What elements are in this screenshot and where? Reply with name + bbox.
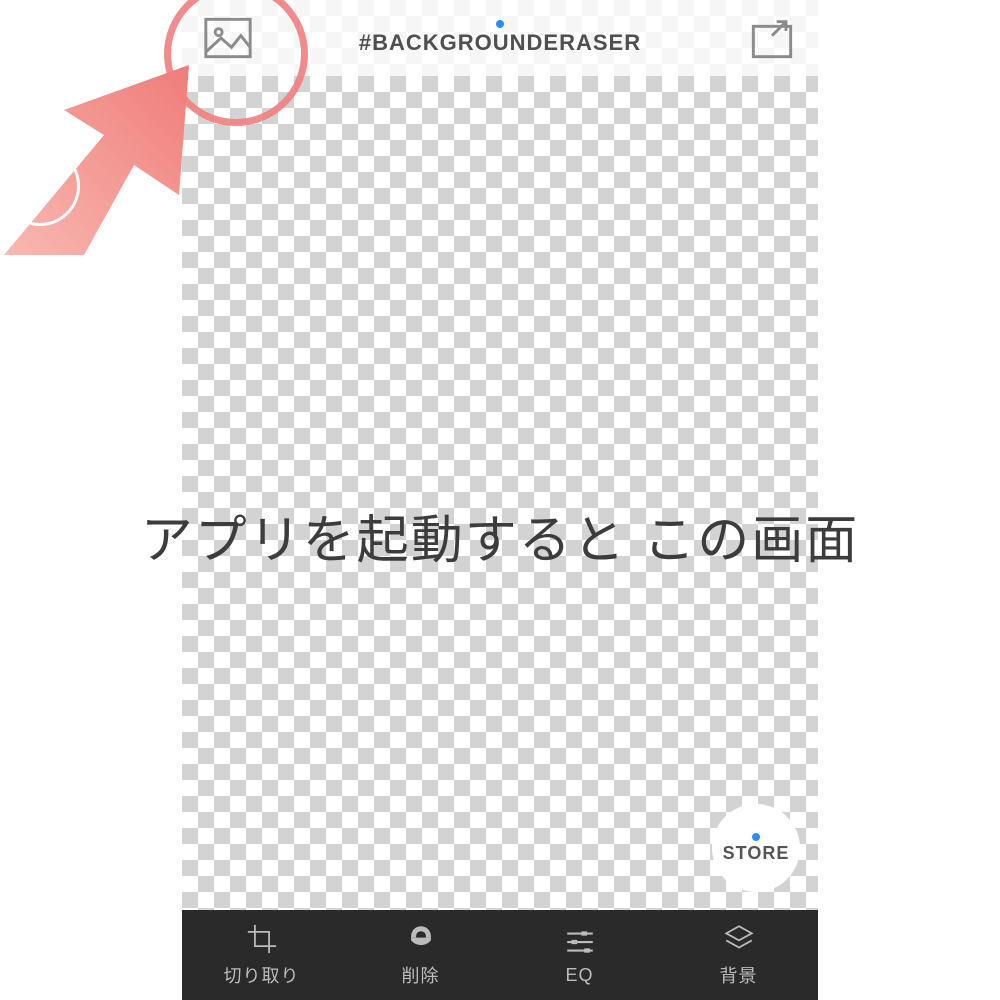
- toolbar-eq-label: EQ: [565, 965, 593, 986]
- header-indicator-dot: [496, 20, 504, 28]
- store-button[interactable]: STORE: [712, 804, 800, 892]
- layers-icon: [722, 922, 756, 956]
- app-title: #BACKGROUNDERASER: [359, 30, 641, 56]
- gutter-right: [818, 0, 1000, 1000]
- header-title-wrap: #BACKGROUNDERASER: [359, 20, 641, 56]
- app-header: #BACKGROUNDERASER: [182, 0, 818, 76]
- store-label: STORE: [723, 843, 790, 864]
- toolbar-eq[interactable]: EQ: [500, 910, 659, 1000]
- erase-icon: [404, 922, 438, 956]
- toolbar-crop-label: 切り取り: [224, 962, 300, 988]
- screenshot-root: #BACKGROUNDERASER STORE: [0, 0, 1000, 1000]
- open-gallery-button[interactable]: [200, 10, 256, 66]
- crop-icon: [245, 922, 279, 956]
- toolbar-erase[interactable]: 削除: [341, 910, 500, 1000]
- store-indicator-dot: [752, 833, 760, 841]
- gutter-left: [0, 0, 182, 1000]
- eq-icon: [563, 925, 597, 959]
- editing-canvas[interactable]: STORE: [182, 76, 818, 910]
- app-window: #BACKGROUNDERASER STORE: [182, 0, 818, 1000]
- image-icon: [200, 10, 256, 66]
- share-icon: [744, 10, 800, 66]
- toolbar-background[interactable]: 背景: [659, 910, 818, 1000]
- share-button[interactable]: [744, 10, 800, 66]
- toolbar-background-label: 背景: [720, 962, 758, 988]
- toolbar-erase-label: 削除: [402, 962, 440, 988]
- toolbar-crop[interactable]: 切り取り: [182, 910, 341, 1000]
- bottom-toolbar: 切り取り 削除 EQ: [182, 910, 818, 1000]
